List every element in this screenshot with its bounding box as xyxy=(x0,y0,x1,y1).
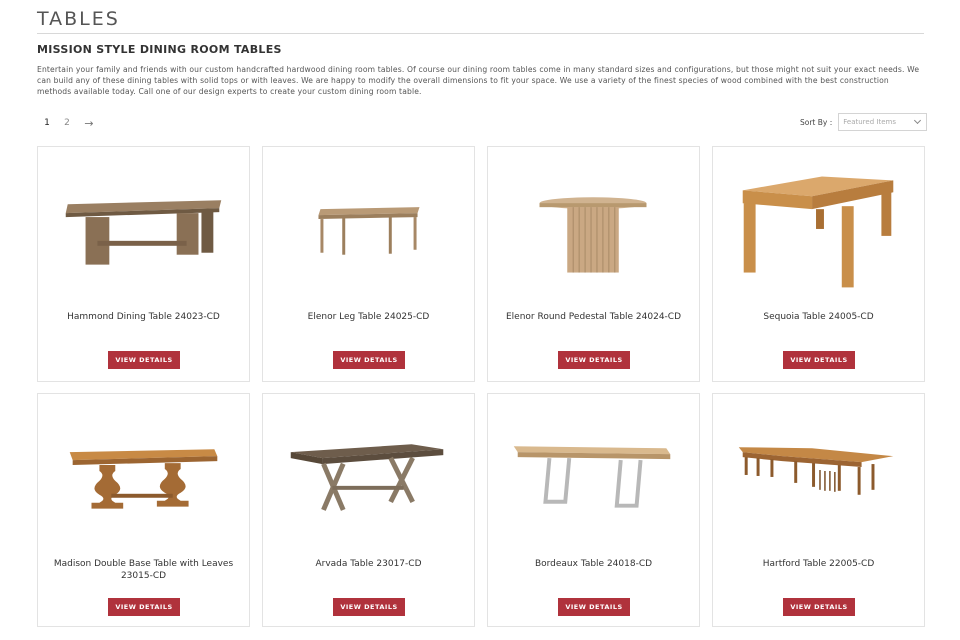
view-details-button[interactable]: VIEW DETAILS xyxy=(783,598,855,616)
sequoia-table-image[interactable] xyxy=(713,147,924,302)
product-name[interactable]: Arvada Table 23017-CD xyxy=(273,558,464,570)
view-details-button[interactable]: VIEW DETAILS xyxy=(333,351,405,369)
product-card: Arvada Table 23017-CD VIEW DETAILS xyxy=(262,393,475,627)
product-name[interactable]: Sequoia Table 24005-CD xyxy=(723,311,914,323)
product-name[interactable]: Hartford Table 22005-CD xyxy=(723,558,914,570)
product-card: Elenor Leg Table 24025-CD VIEW DETAILS xyxy=(262,146,475,382)
elenor-round-pedestal-image[interactable] xyxy=(488,147,699,302)
sort-value: Featured Items xyxy=(843,118,896,126)
product-name[interactable]: Bordeaux Table 24018-CD xyxy=(498,558,689,570)
arrow-right-icon[interactable]: → xyxy=(79,116,99,130)
product-card: Sequoia Table 24005-CD VIEW DETAILS xyxy=(712,146,925,382)
elenor-leg-table-image[interactable] xyxy=(263,147,474,302)
view-details-button[interactable]: VIEW DETAILS xyxy=(108,598,180,616)
product-name[interactable]: Elenor Round Pedestal Table 24024-CD xyxy=(498,311,689,323)
page-title: TABLES xyxy=(37,8,120,30)
sort-label: Sort By : xyxy=(800,117,833,127)
page-link-1[interactable]: 1 xyxy=(37,116,57,130)
sort-select[interactable]: Featured Items xyxy=(838,113,928,131)
chevron-down-icon xyxy=(914,116,922,125)
view-details-button[interactable]: VIEW DETAILS xyxy=(333,598,405,616)
product-card: Bordeaux Table 24018-CD VIEW DETAILS xyxy=(487,393,700,627)
section-heading: MISSION STYLE DINING ROOM TABLES xyxy=(37,43,282,56)
intro-paragraph: Entertain your family and friends with o… xyxy=(37,65,920,96)
view-details-button[interactable]: VIEW DETAILS xyxy=(558,598,630,616)
title-divider xyxy=(37,33,924,34)
product-grid: Hammond Dining Table 24023-CD VIEW DETAI… xyxy=(37,146,925,630)
arvada-table-image[interactable] xyxy=(263,394,474,549)
product-card: Elenor Round Pedestal Table 24024-CD VIE… xyxy=(487,146,700,382)
sort-control: Sort By : Featured Items xyxy=(800,113,928,131)
bordeaux-table-image[interactable] xyxy=(488,394,699,549)
product-name[interactable]: Elenor Leg Table 24025-CD xyxy=(273,311,464,323)
product-name[interactable]: Hammond Dining Table 24023-CD xyxy=(48,311,239,323)
page-link-2[interactable]: 2 xyxy=(57,116,77,130)
view-details-button[interactable]: VIEW DETAILS xyxy=(108,351,180,369)
hartford-table-image[interactable] xyxy=(713,394,924,549)
product-card: Hartford Table 22005-CD VIEW DETAILS xyxy=(712,393,925,627)
hammond-table-image[interactable] xyxy=(38,147,249,302)
view-details-button[interactable]: VIEW DETAILS xyxy=(783,351,855,369)
view-details-button[interactable]: VIEW DETAILS xyxy=(558,351,630,369)
product-name[interactable]: Madison Double Base Table with Leaves 23… xyxy=(48,558,239,582)
pagination: 1 2 → xyxy=(37,116,99,130)
madison-table-image[interactable] xyxy=(38,394,249,549)
product-card: Hammond Dining Table 24023-CD VIEW DETAI… xyxy=(37,146,250,382)
product-card: Madison Double Base Table with Leaves 23… xyxy=(37,393,250,627)
